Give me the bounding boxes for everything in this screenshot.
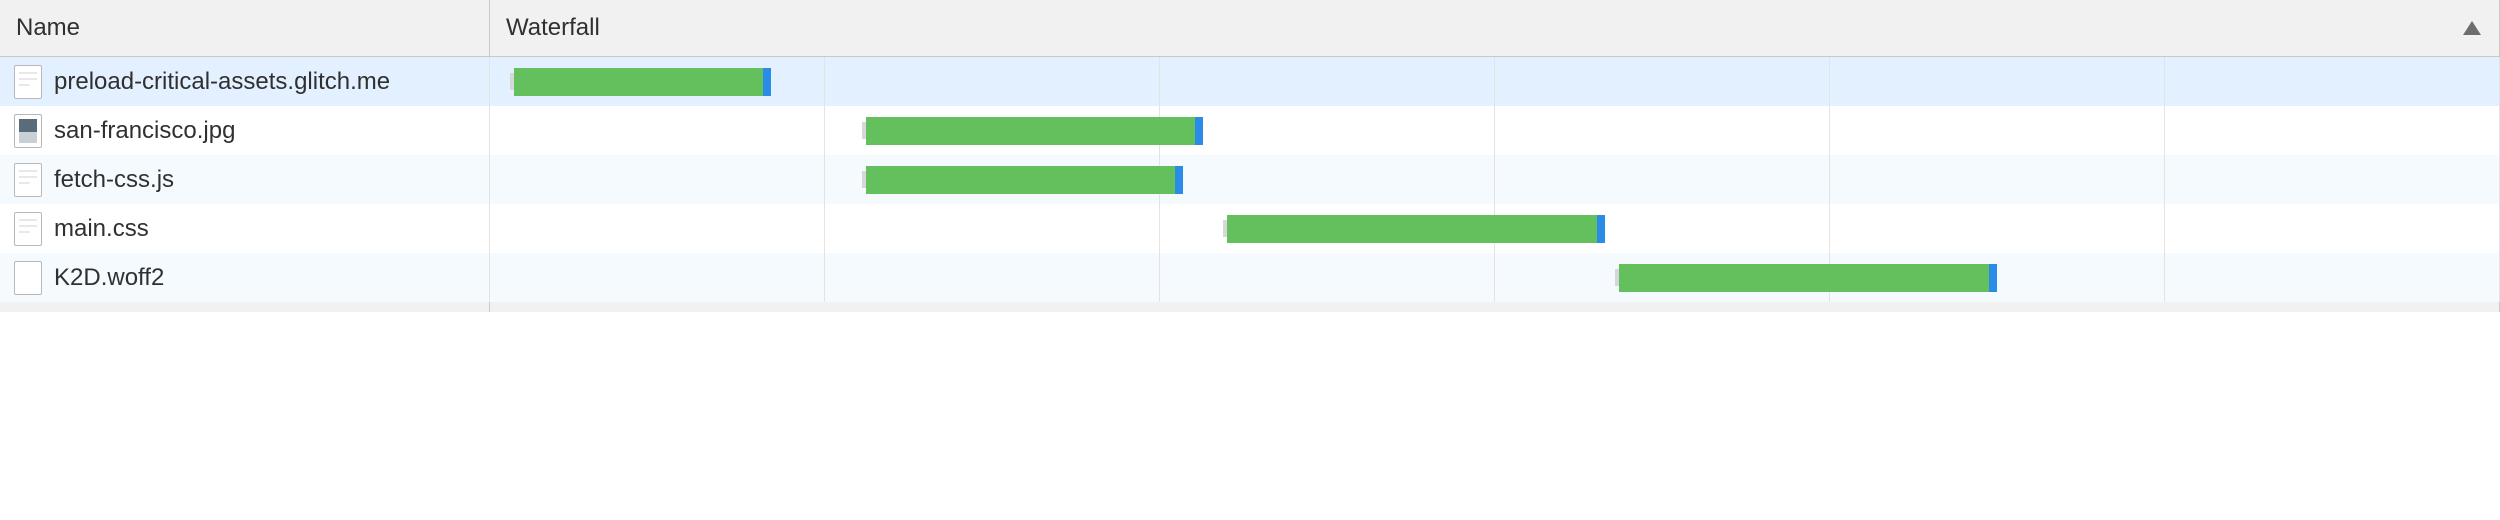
timing-bar-end [1195, 117, 1203, 145]
sort-ascending-icon [2463, 14, 2481, 42]
document-file-icon [14, 65, 42, 99]
table-row[interactable]: san-francisco.jpg [0, 106, 2500, 155]
waterfall-cell [490, 204, 2500, 253]
timing-bar-download [1619, 264, 1989, 292]
filename-label: fetch-css.js [54, 166, 174, 194]
column-header-waterfall-label: Waterfall [506, 14, 600, 41]
filename-label: san-francisco.jpg [54, 117, 235, 145]
timing-bar-end [1597, 215, 1605, 243]
filename-label: K2D.woff2 [54, 264, 164, 292]
waterfall-cell [490, 57, 2500, 106]
column-header-waterfall[interactable]: Waterfall [490, 0, 2500, 57]
name-cell: fetch-css.js [0, 155, 490, 204]
timing-bar[interactable] [862, 117, 1204, 145]
table-row[interactable]: K2D.woff2 [0, 253, 2500, 302]
document-file-icon [14, 212, 42, 246]
filename-label: main.css [54, 215, 149, 243]
network-table: Name Waterfall preload-critical-assets.g… [0, 0, 2500, 312]
table-footer-strip [0, 302, 2500, 312]
name-cell: san-francisco.jpg [0, 106, 490, 155]
image-file-icon [14, 114, 42, 148]
timing-bar[interactable] [862, 166, 1183, 194]
waterfall-gridlines [490, 57, 2499, 106]
table-header-row: Name Waterfall [0, 0, 2500, 57]
waterfall-gridlines [490, 106, 2499, 155]
waterfall-cell [490, 253, 2500, 302]
table-row[interactable]: preload-critical-assets.glitch.me [0, 57, 2500, 106]
timing-bar[interactable] [1615, 264, 1997, 292]
table-row[interactable]: main.css [0, 204, 2500, 253]
waterfall-gridlines [490, 253, 2499, 302]
blank-file-icon [14, 261, 42, 295]
name-cell: main.css [0, 204, 490, 253]
waterfall-gridlines [490, 155, 2499, 204]
waterfall-cell [490, 106, 2500, 155]
timing-bar-end [1175, 166, 1183, 194]
timing-bar-download [866, 117, 1196, 145]
timing-bar-download [1227, 215, 1597, 243]
filename-label: preload-critical-assets.glitch.me [54, 68, 390, 96]
timing-bar-download [866, 166, 1175, 194]
table-row[interactable]: fetch-css.js [0, 155, 2500, 204]
timing-bar-download [514, 68, 763, 96]
timing-bar[interactable] [1223, 215, 1605, 243]
timing-bar[interactable] [510, 68, 771, 96]
table-body: preload-critical-assets.glitch.me san-fra… [0, 57, 2500, 302]
column-header-name[interactable]: Name [0, 0, 490, 57]
timing-bar-end [1989, 264, 1997, 292]
document-file-icon [14, 163, 42, 197]
timing-bar-end [763, 68, 771, 96]
name-cell: K2D.woff2 [0, 253, 490, 302]
waterfall-cell [490, 155, 2500, 204]
name-cell: preload-critical-assets.glitch.me [0, 57, 490, 106]
